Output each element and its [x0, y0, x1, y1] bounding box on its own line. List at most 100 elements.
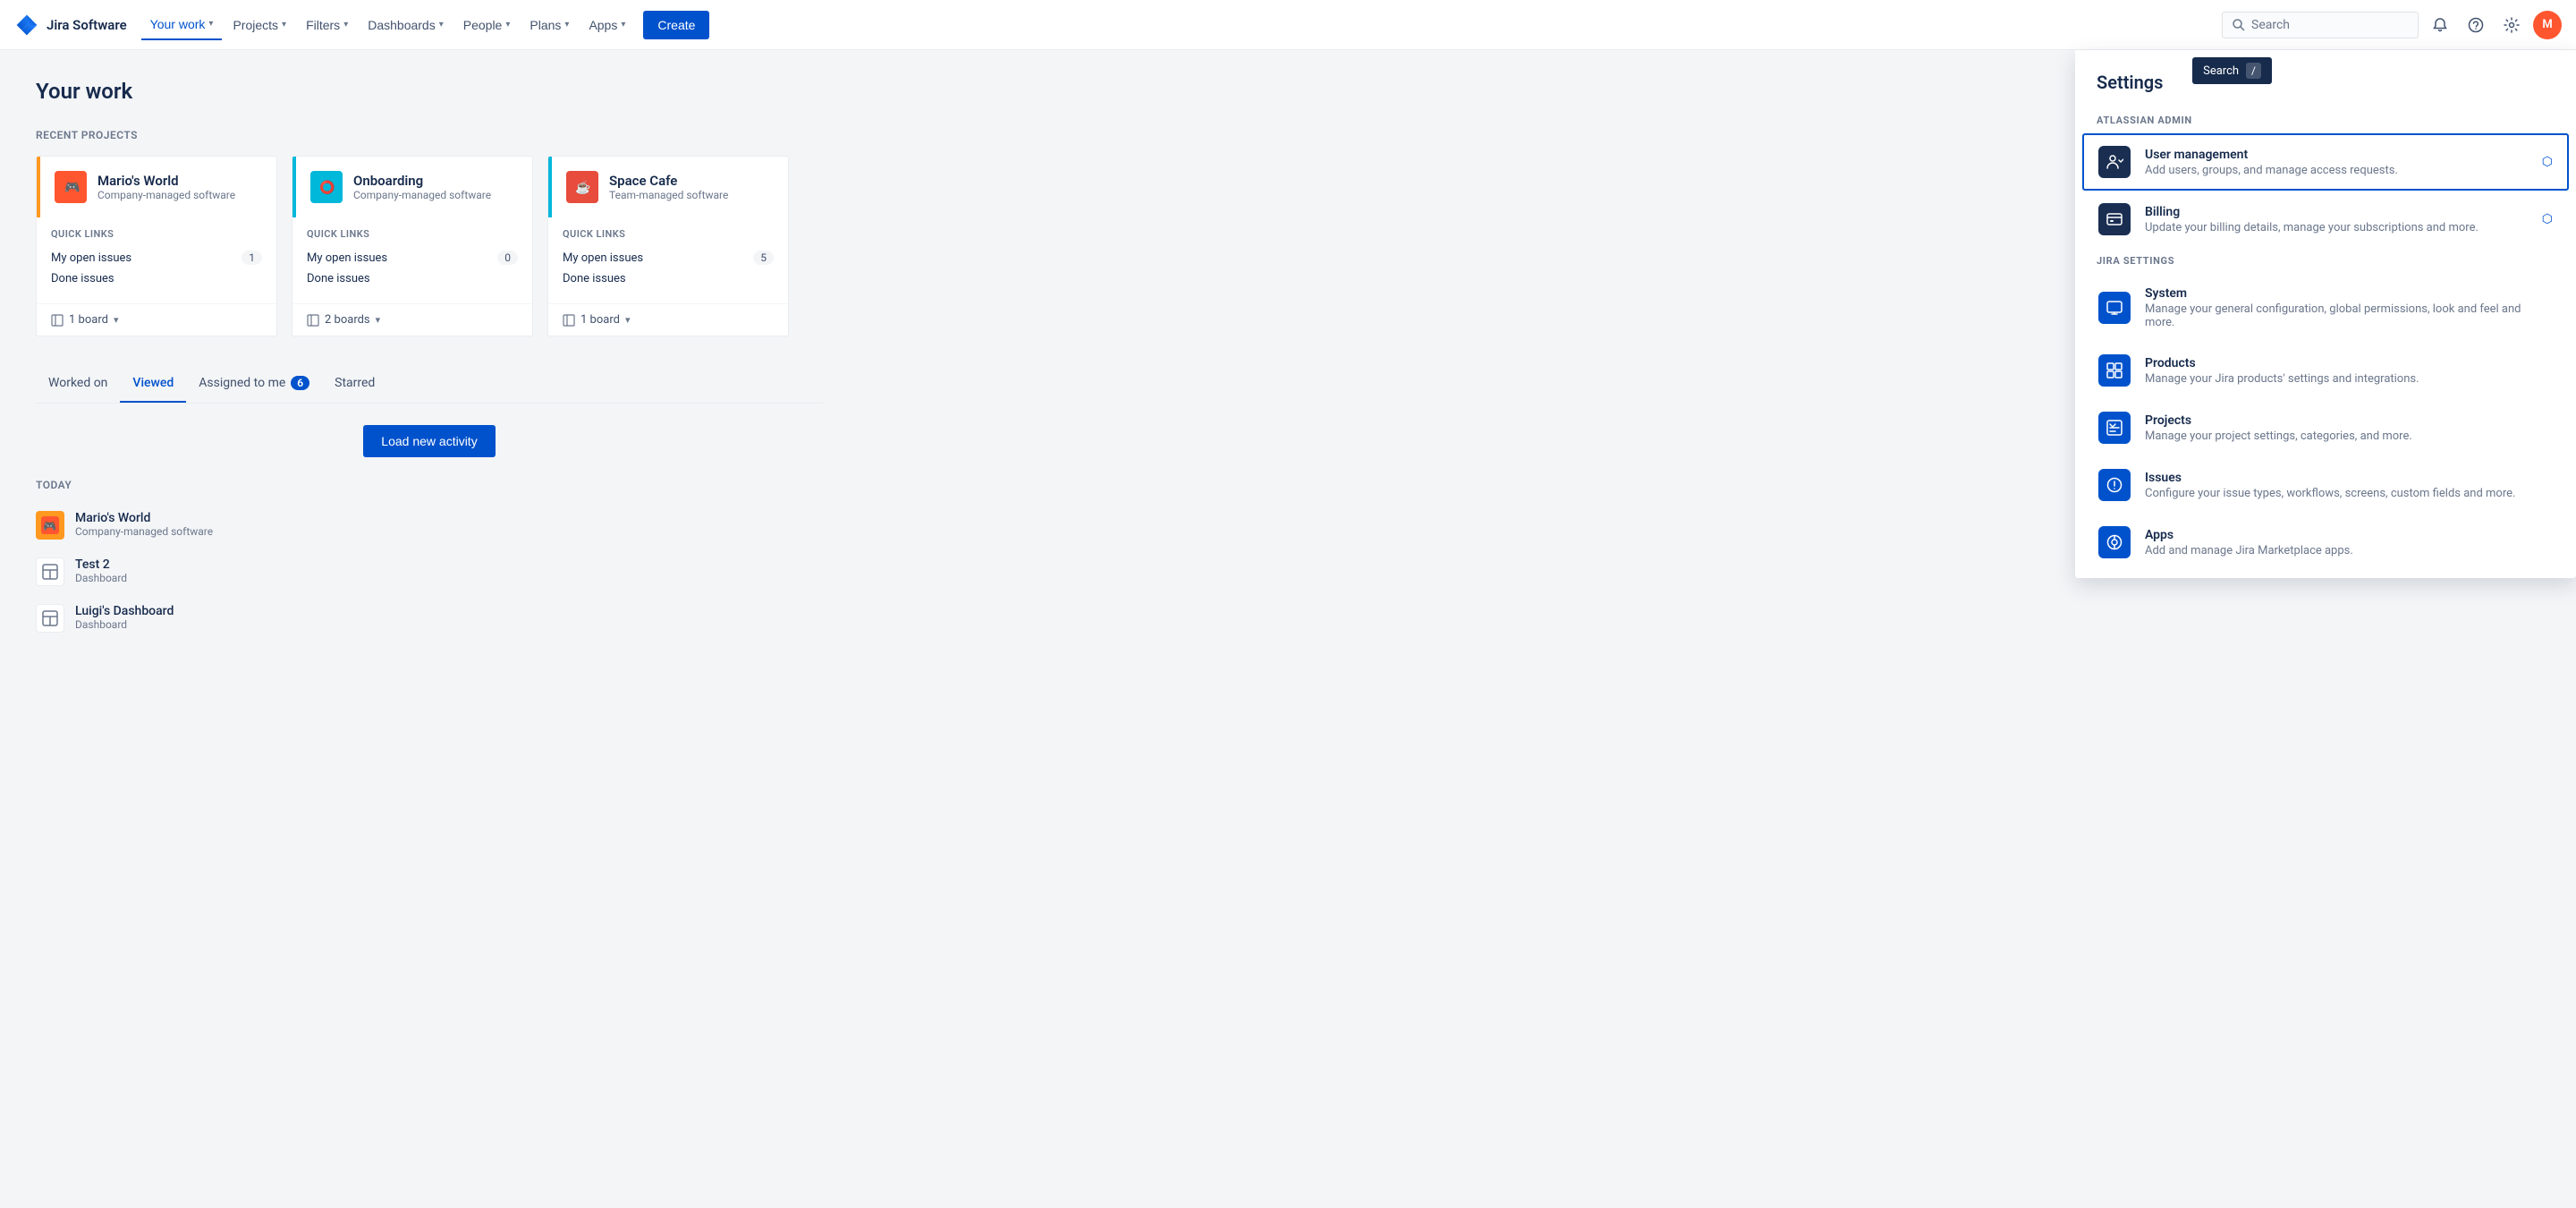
quick-link-row[interactable]: My open issues 5: [563, 247, 774, 268]
nav-your-work[interactable]: Your work ▾: [141, 10, 223, 40]
project-card-top[interactable]: ⭕ Onboarding Company-managed software: [292, 157, 532, 217]
quick-links-title: QUICK LINKS: [307, 228, 518, 240]
project-name: Space Cafe: [609, 173, 728, 189]
chevron-down-icon: ▾: [439, 20, 444, 30]
settings-item-desc: Update your billing details, manage your…: [2145, 221, 2528, 234]
tab-viewed[interactable]: Viewed: [120, 365, 186, 403]
project-type: Team-managed software: [609, 189, 728, 201]
chevron-down-icon: ▾: [282, 20, 286, 30]
board-count-label: 1 board: [69, 313, 108, 327]
quick-link-badge: 0: [497, 251, 518, 265]
settings-item-desc: Add and manage Jira Marketplace apps.: [2145, 544, 2553, 557]
chevron-down-icon: ▾: [505, 20, 510, 30]
chevron-down-icon: ▾: [114, 314, 119, 326]
nav-apps[interactable]: Apps ▾: [580, 11, 634, 39]
settings-item-system[interactable]: System Manage your general configuration…: [2075, 274, 2576, 342]
create-button[interactable]: Create: [643, 11, 709, 39]
recent-projects-title: Recent projects: [36, 129, 823, 141]
settings-item-desc: Manage your project settings, categories…: [2145, 430, 2553, 443]
bell-icon: [2432, 17, 2448, 33]
nav-people[interactable]: People ▾: [454, 11, 520, 39]
activity-info: Test 2 Dashboard: [75, 557, 823, 584]
list-item[interactable]: Test 2 Dashboard: [36, 549, 823, 595]
chevron-down-icon: ▾: [376, 314, 381, 326]
project-icon-space-cafe: ☕: [566, 171, 598, 203]
logo[interactable]: Jira Software: [14, 13, 127, 38]
avatar[interactable]: M: [2533, 11, 2562, 39]
list-item[interactable]: 🎮 Mario's World Company-managed software: [36, 502, 823, 549]
settings-item-issues[interactable]: Issues Configure your issue types, workf…: [2075, 456, 2576, 514]
quick-link-row[interactable]: My open issues 1: [51, 247, 262, 268]
tab-assigned-to-me[interactable]: Assigned to me 6: [186, 365, 322, 403]
settings-title: Settings: [2075, 72, 2576, 107]
nav-dashboards[interactable]: Dashboards ▾: [359, 11, 453, 39]
main-content: Your work Recent projects 🎮 Mario's Worl…: [0, 50, 859, 670]
help-button[interactable]: [2462, 11, 2490, 39]
quick-link-row[interactable]: Done issues: [51, 268, 262, 289]
activity-name: Test 2: [75, 557, 823, 572]
external-link-icon: ⬡: [2542, 212, 2553, 226]
chevron-down-icon: ▾: [343, 20, 348, 30]
settings-item-desc: Manage your Jira products' settings and …: [2145, 372, 2553, 386]
quick-link-row[interactable]: My open issues 0: [307, 247, 518, 268]
gear-icon: [2504, 17, 2520, 33]
tab-badge-assigned: 6: [291, 376, 309, 390]
settings-item-name: Issues: [2145, 471, 2553, 485]
settings-item-name: Apps: [2145, 528, 2553, 542]
tab-starred[interactable]: Starred: [322, 365, 387, 403]
settings-item-desc: Manage your general configuration, globa…: [2145, 302, 2553, 329]
svg-text:⭕: ⭕: [319, 180, 335, 195]
list-item[interactable]: Luigi's Dashboard Dashboard: [36, 595, 823, 642]
notifications-button[interactable]: [2426, 11, 2454, 39]
settings-item-text: Apps Add and manage Jira Marketplace app…: [2145, 528, 2553, 557]
activity-icon-mario: 🎮: [36, 511, 64, 540]
settings-item-projects[interactable]: Projects Manage your project settings, c…: [2075, 399, 2576, 456]
quick-link-row[interactable]: Done issues: [307, 268, 518, 289]
quick-link-row[interactable]: Done issues: [563, 268, 774, 289]
project-name: Onboarding: [353, 173, 491, 189]
project-card-footer[interactable]: 2 boards ▾: [292, 303, 532, 336]
settings-item-text: Issues Configure your issue types, workf…: [2145, 471, 2553, 500]
project-card-footer[interactable]: 1 board ▾: [37, 303, 276, 336]
nav-projects[interactable]: Projects ▾: [224, 11, 295, 39]
quick-link-label: Done issues: [307, 272, 370, 285]
project-card-marios-world: 🎮 Mario's World Company-managed software…: [36, 156, 277, 336]
today-label: TODAY: [36, 479, 823, 491]
settings-item-products[interactable]: Products Manage your Jira products' sett…: [2075, 342, 2576, 399]
project-card-footer[interactable]: 1 board ▾: [548, 303, 788, 336]
products-icon: [2098, 354, 2131, 387]
activity-type: Company-managed software: [75, 525, 823, 538]
nav-plans[interactable]: Plans ▾: [521, 11, 578, 39]
settings-item-desc: Configure your issue types, workflows, s…: [2145, 487, 2553, 500]
svg-text:🎮: 🎮: [64, 181, 80, 195]
settings-item-text: Billing Update your billing details, man…: [2145, 205, 2528, 234]
settings-item-user-management[interactable]: User management Add users, groups, and m…: [2082, 133, 2569, 191]
chevron-down-icon: ▾: [621, 20, 625, 30]
settings-button[interactable]: [2497, 11, 2526, 39]
search-shortcut-key: /: [2246, 63, 2261, 79]
tab-worked-on[interactable]: Worked on: [36, 365, 120, 403]
project-card-top[interactable]: 🎮 Mario's World Company-managed software: [37, 157, 276, 217]
project-card-body: QUICK LINKS My open issues 1 Done issues: [37, 217, 276, 303]
quick-link-label: My open issues: [51, 251, 131, 265]
project-card-onboarding: ⭕ Onboarding Company-managed software QU…: [292, 156, 533, 336]
jira-logo-icon: [14, 13, 39, 38]
settings-item-billing[interactable]: Billing Update your billing details, man…: [2075, 191, 2576, 248]
quick-link-label: My open issues: [307, 251, 387, 265]
settings-item-name: Projects: [2145, 413, 2553, 428]
settings-item-text: System Manage your general configuration…: [2145, 286, 2553, 329]
nav-filters[interactable]: Filters ▾: [297, 11, 357, 39]
load-activity-button[interactable]: Load new activity: [363, 425, 495, 457]
settings-item-text: Projects Manage your project settings, c…: [2145, 413, 2553, 443]
project-card-top[interactable]: ☕ Space Cafe Team-managed software: [548, 157, 788, 217]
quick-link-badge: 5: [753, 251, 774, 265]
logo-text: Jira Software: [47, 17, 127, 33]
projects-grid: 🎮 Mario's World Company-managed software…: [36, 156, 823, 336]
settings-item-apps[interactable]: Apps Add and manage Jira Marketplace app…: [2075, 514, 2576, 571]
activity-info: Luigi's Dashboard Dashboard: [75, 604, 823, 631]
svg-text:🎮: 🎮: [43, 520, 56, 532]
search-input[interactable]: Search: [2222, 12, 2419, 38]
settings-item-name: System: [2145, 286, 2553, 301]
project-type: Company-managed software: [97, 189, 235, 201]
settings-dropdown: Settings ATLASSIAN ADMIN User management…: [2075, 50, 2576, 578]
